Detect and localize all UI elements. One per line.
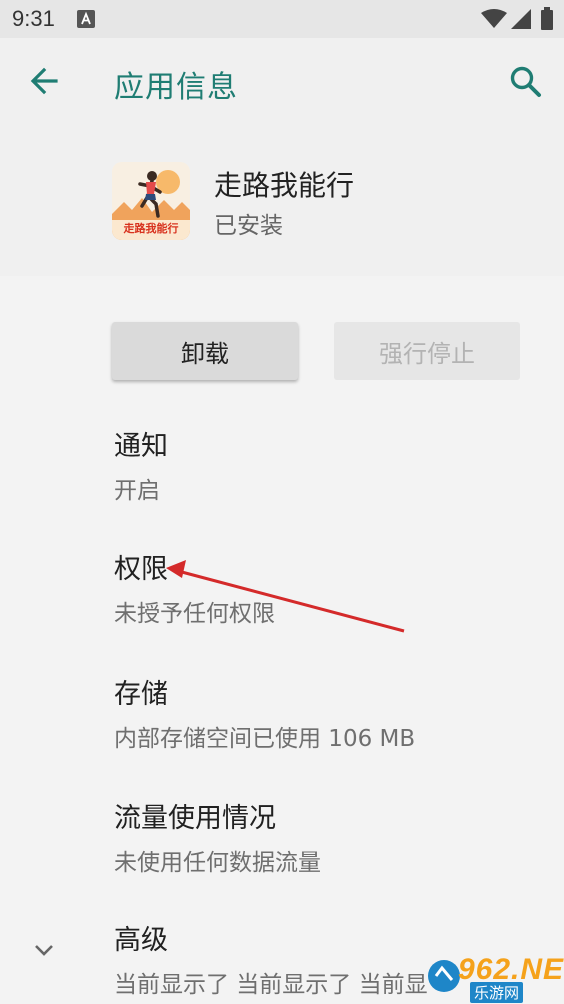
search-icon[interactable] [506, 62, 546, 102]
app-icon: 走路我能行 [112, 162, 190, 240]
page-title: 应用信息 [114, 70, 238, 105]
signal-icon [511, 9, 531, 29]
watermark-subtext: 乐游网 [470, 982, 524, 1003]
settings-item-title: 权限 [114, 554, 168, 585]
settings-item-summary: 未授予任何权限 [114, 601, 275, 627]
battery-icon [541, 7, 553, 30]
settings-item-title: 通知 [114, 431, 168, 462]
back-arrow-icon[interactable] [26, 62, 64, 100]
settings-item-summary: 开启 [114, 478, 160, 504]
app-install-status: 已安装 [214, 213, 283, 239]
settings-item-title: 流量使用情况 [114, 803, 276, 834]
settings-item-summary: 当前显示了 当前显示了 当前显 [114, 972, 428, 998]
force-stop-button[interactable]: 强行停止 [334, 322, 520, 380]
wifi-icon [481, 9, 507, 28]
settings-item-title: 高级 [114, 925, 168, 956]
settings-item-summary: 内部存储空间已使用 106 MB [114, 726, 416, 752]
settings-item-permissions[interactable]: 权限 未授予任何权限 [114, 547, 275, 628]
settings-item-summary: 未使用任何数据流量 [114, 850, 321, 876]
chevron-down-icon[interactable] [30, 936, 58, 964]
settings-item-storage[interactable]: 存储 内部存储空间已使用 106 MB [114, 672, 415, 753]
app-header-region [0, 38, 564, 276]
status-bar: 9:31 [0, 0, 564, 38]
settings-item-title: 存储 [114, 679, 168, 710]
status-time: 9:31 [12, 6, 55, 31]
settings-item-notifications[interactable]: 通知 开启 [114, 424, 168, 505]
settings-item-advanced[interactable]: 高级 当前显示了 当前显示了 当前显 [114, 918, 428, 999]
app-name: 走路我能行 [214, 169, 355, 202]
settings-item-data-usage[interactable]: 流量使用情况 未使用任何数据流量 [114, 796, 321, 877]
uninstall-button[interactable]: 卸载 [112, 322, 298, 380]
a-square-icon [77, 10, 95, 28]
app-icon-label: 走路我能行 [123, 222, 179, 235]
